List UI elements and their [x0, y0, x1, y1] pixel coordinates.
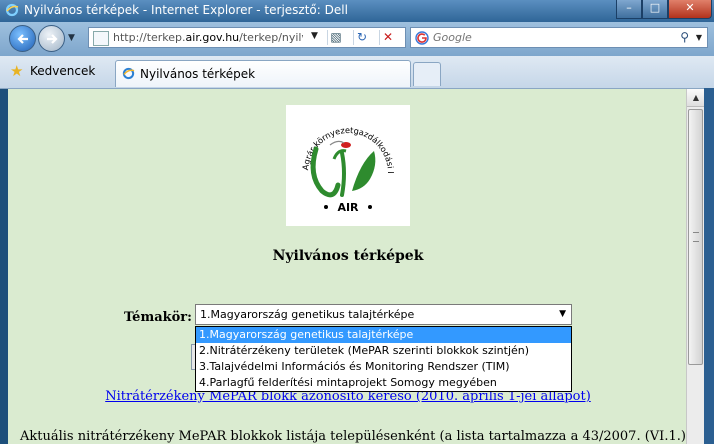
tab-active[interactable]: Nyilvános térképek	[115, 60, 411, 87]
page-icon	[93, 31, 109, 46]
new-tab-button[interactable]	[413, 62, 441, 86]
scrollbar-grip-icon	[693, 232, 699, 242]
search-box[interactable]: ⚲ ▼	[410, 27, 708, 48]
search-dropdown-icon[interactable]: ▼	[696, 33, 702, 42]
svg-text:Agrár-környezetgazdálkodási In: Agrár-környezetgazdálkodási Információs …	[286, 105, 396, 174]
tab-label: Nyilvános térképek	[140, 67, 256, 81]
dropdown-option[interactable]: 3.Talajvédelmi Információs és Monitoring…	[196, 359, 571, 375]
title-bar: Nyilvános térképek - Internet Explorer -…	[0, 0, 714, 22]
window-controls: – □ ✕	[616, 0, 712, 19]
minimize-button[interactable]: –	[616, 0, 642, 19]
window-title: Nyilvános térképek - Internet Explorer -…	[24, 3, 348, 17]
forward-arrow-icon	[47, 34, 58, 44]
air-logo-graphic: Agrár-környezetgazdálkodási Információs …	[282, 97, 396, 214]
logo-circle-text: Agrár-környezetgazdálkodási Információs …	[282, 97, 396, 174]
back-arrow-icon	[17, 34, 28, 44]
tema-dropdown-list[interactable]: 1.Magyarország genetikus talajtérképe 2.…	[195, 326, 572, 392]
tema-select-value: 1.Magyarország genetikus talajtérképe	[200, 308, 415, 321]
favorites-star-icon: ★	[10, 62, 24, 80]
back-button[interactable]	[9, 25, 36, 52]
ie-icon	[5, 3, 19, 17]
favorites-label: Kedvencek	[30, 64, 96, 78]
stop-icon[interactable]: ✕	[379, 30, 396, 45]
close-button[interactable]: ✕	[668, 0, 712, 19]
address-dropdown-icon[interactable]: ▼	[311, 31, 318, 41]
dropdown-option[interactable]: 4.Parlagfű felderítési mintaprojekt Somo…	[196, 375, 571, 391]
logo-center-text: AIR	[337, 201, 359, 214]
search-icon[interactable]: ⚲	[680, 30, 689, 44]
tema-select[interactable]: 1.Magyarország genetikus talajtérképe ▼	[195, 304, 572, 325]
maximize-button[interactable]: □	[642, 0, 668, 19]
compatibility-view-icon[interactable]: ▧	[327, 30, 344, 45]
search-input[interactable]	[433, 30, 673, 45]
ie-icon	[122, 67, 135, 80]
window-frame	[704, 88, 714, 444]
dropdown-option[interactable]: 1.Magyarország genetikus talajtérképe	[196, 327, 571, 343]
recent-pages-dropdown-icon[interactable]: ▼	[68, 33, 75, 43]
dropdown-option[interactable]: 2.Nitrátérzékeny területek (MePAR szerin…	[196, 343, 571, 359]
air-logo: Agrár-környezetgazdálkodási Információs …	[282, 97, 410, 226]
refresh-icon[interactable]: ↻	[353, 30, 370, 45]
address-url[interactable]: http://terkep.air.gov.hu/terkep/nyilv	[113, 31, 303, 44]
forward-button[interactable]	[38, 25, 65, 52]
page-content: Agrár-környezetgazdálkodási Információs …	[8, 89, 686, 444]
page-title: Nyilvános térképek	[272, 248, 424, 264]
description-text: Aktuális nitrátérzékeny MePAR blokkok li…	[20, 429, 686, 444]
vertical-scrollbar[interactable]: ▲	[686, 89, 705, 444]
navigation-bar: ▼ http://terkep.air.gov.hu/terkep/nyilv …	[0, 22, 714, 56]
tab-bar: ★ Kedvencek Nyilvános térképek	[0, 56, 714, 89]
address-bar[interactable]: http://terkep.air.gov.hu/terkep/nyilv ▼ …	[88, 27, 406, 48]
tema-label: Témakör:	[124, 310, 192, 325]
scrollbar-thumb[interactable]	[688, 109, 703, 365]
scroll-up-icon[interactable]: ▲	[687, 89, 705, 107]
google-icon	[415, 31, 429, 45]
chevron-down-icon[interactable]: ▼	[559, 309, 566, 319]
